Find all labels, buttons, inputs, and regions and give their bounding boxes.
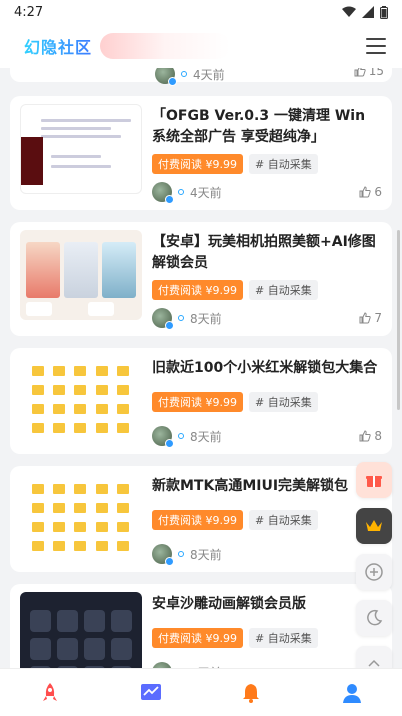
verified-icon xyxy=(181,71,187,77)
tab-home[interactable] xyxy=(30,673,70,713)
verified-icon xyxy=(178,189,184,195)
like-button[interactable]: 7 xyxy=(359,311,382,325)
post-thumbnail[interactable] xyxy=(20,474,142,564)
post-title[interactable]: 安卓沙雕动画解锁会员版 xyxy=(152,594,382,615)
post-title[interactable]: 「OFGB Ver.0.3 一键清理 Win 系统全部广告 享受超纯净」 xyxy=(152,106,382,148)
rocket-icon xyxy=(43,682,58,701)
moon-icon xyxy=(367,609,383,626)
vip-button[interactable] xyxy=(356,508,392,544)
author-avatar[interactable] xyxy=(152,308,174,330)
like-count: 6 xyxy=(374,185,382,199)
add-button[interactable] xyxy=(356,554,392,590)
post-card-partial[interactable]: 4天前 15 xyxy=(10,64,392,86)
scrollbar[interactable] xyxy=(397,230,400,410)
thumbs-up-icon xyxy=(359,312,372,324)
like-button[interactable]: 8 xyxy=(359,429,382,443)
paid-read-tag[interactable]: 付费阅读 ¥9.99 xyxy=(152,391,243,412)
battery-icon xyxy=(380,5,388,19)
author-avatar[interactable] xyxy=(152,182,174,204)
gift-icon xyxy=(366,476,382,487)
verified-icon xyxy=(178,315,184,321)
app-header: 幻隐社区 xyxy=(0,24,402,68)
post-time: 8天前 xyxy=(190,547,222,562)
tab-profile[interactable] xyxy=(332,673,372,713)
tab-trends[interactable] xyxy=(131,673,171,713)
thumbs-up-icon xyxy=(359,430,372,442)
chart-icon xyxy=(140,683,161,700)
like-count: 7 xyxy=(374,311,382,325)
logo-text: 幻隐社区 xyxy=(24,34,92,58)
post-feed: 4天前 15 「OFGB Ver.0.3 一键清理 Win 系统全部广告 享受超… xyxy=(10,64,392,702)
category-tag[interactable]: # 自动采集 xyxy=(249,391,318,412)
crown-icon xyxy=(366,520,382,531)
add-icon xyxy=(365,563,383,581)
post-card[interactable]: 新款MTK高通MIUI完美解锁包 付费阅读 ¥9.99 # 自动采集 8天前 xyxy=(10,466,392,572)
post-time: 4天前 xyxy=(193,67,225,82)
paid-read-tag[interactable]: 付费阅读 ¥9.99 xyxy=(152,627,243,648)
post-time: 8天前 xyxy=(190,311,222,326)
post-title[interactable]: 【安卓】玩美相机拍照美额+AI修图解锁会员 xyxy=(152,232,382,274)
post-thumbnail[interactable] xyxy=(20,104,142,194)
menu-icon[interactable] xyxy=(366,38,386,54)
dark-mode-button[interactable] xyxy=(356,600,392,636)
verified-icon xyxy=(178,433,184,439)
status-time: 4:27 xyxy=(14,4,44,20)
paid-read-tag[interactable]: 付费阅读 ¥9.99 xyxy=(152,509,243,530)
author-avatar[interactable] xyxy=(152,426,174,448)
like-count: 8 xyxy=(374,429,382,443)
like-button[interactable]: 6 xyxy=(359,185,382,199)
post-card[interactable]: 【安卓】玩美相机拍照美额+AI修图解锁会员 付费阅读 ¥9.99 # 自动采集 … xyxy=(10,222,392,336)
category-tag[interactable]: # 自动采集 xyxy=(249,154,318,174)
bell-icon xyxy=(243,683,260,703)
tab-notifications[interactable] xyxy=(231,673,271,713)
verified-icon xyxy=(178,551,184,557)
post-card[interactable]: 旧款近100个小米红米解锁包大集合 付费阅读 ¥9.99 # 自动采集 8天前 … xyxy=(10,348,392,454)
author-avatar[interactable] xyxy=(152,544,174,566)
post-thumbnail[interactable] xyxy=(20,356,142,446)
paid-read-tag[interactable]: 付费阅读 ¥9.99 xyxy=(152,154,243,174)
status-bar: 4:27 xyxy=(0,0,402,24)
floating-actions xyxy=(356,462,392,682)
signal-icon xyxy=(362,6,374,18)
bottom-tab-bar xyxy=(0,668,402,716)
app-logo[interactable]: 幻隐社区 xyxy=(24,33,231,59)
wifi-icon xyxy=(342,6,356,17)
category-tag[interactable]: # 自动采集 xyxy=(249,280,318,300)
paid-read-tag[interactable]: 付费阅读 ¥9.99 xyxy=(152,280,243,300)
post-title[interactable]: 新款MTK高通MIUI完美解锁包 xyxy=(152,476,382,497)
post-title[interactable]: 旧款近100个小米红米解锁包大集合 xyxy=(152,358,382,379)
post-time: 4天前 xyxy=(190,185,222,200)
post-card[interactable]: 「OFGB Ver.0.3 一键清理 Win 系统全部广告 享受超纯净」 付费阅… xyxy=(10,96,392,210)
header-decoration xyxy=(100,33,231,59)
gift-button[interactable] xyxy=(356,462,392,498)
category-tag[interactable]: # 自动采集 xyxy=(249,627,318,648)
thumbs-up-icon xyxy=(359,186,372,198)
category-tag[interactable]: # 自动采集 xyxy=(249,509,318,530)
user-icon xyxy=(342,683,361,703)
post-time: 8天前 xyxy=(190,429,222,444)
post-thumbnail[interactable] xyxy=(20,230,142,320)
